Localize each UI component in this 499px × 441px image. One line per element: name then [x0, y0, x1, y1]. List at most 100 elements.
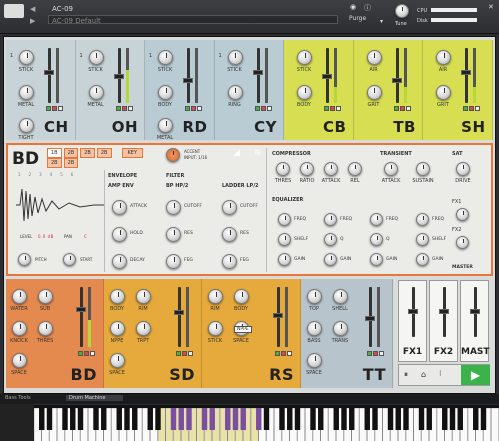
tune-knob[interactable] [395, 4, 409, 18]
comp-1-knob[interactable] [300, 162, 314, 176]
play-button[interactable]: ▶ [461, 365, 490, 385]
fader-cap[interactable] [365, 316, 375, 321]
purge-label[interactable]: Purge [349, 15, 366, 22]
black-key[interactable] [418, 408, 425, 430]
master-label[interactable]: MASTER [452, 265, 473, 270]
preset-field[interactable] [48, 15, 338, 24]
ladder-0-knob[interactable] [222, 200, 237, 215]
black-key[interactable] [310, 408, 316, 430]
level-fader[interactable] [365, 287, 375, 347]
black-key[interactable] [364, 408, 370, 430]
sample-waveform[interactable] [14, 185, 106, 225]
eq-0-knob[interactable] [278, 213, 291, 226]
comp-2-knob[interactable] [324, 162, 338, 176]
black-key[interactable] [387, 408, 394, 430]
shell-knob[interactable] [333, 289, 348, 304]
black-key[interactable] [372, 408, 378, 430]
body-knob[interactable] [234, 289, 249, 304]
mute-solo-buttons[interactable] [393, 106, 411, 111]
rim-knob[interactable] [136, 289, 151, 304]
black-key[interactable] [240, 408, 246, 430]
mute-solo-buttons[interactable] [367, 351, 384, 356]
piano-keyboard[interactable] [34, 405, 499, 441]
grit-knob[interactable] [436, 85, 451, 100]
metal-knob[interactable] [19, 85, 34, 100]
pitch-knob[interactable] [18, 253, 31, 266]
fader-cap[interactable] [470, 309, 480, 314]
eq-3-knob[interactable] [416, 213, 429, 226]
ladder-2-knob[interactable] [222, 254, 237, 269]
space-knob[interactable] [12, 353, 27, 368]
pitch-mod-wheels[interactable] [0, 404, 34, 441]
black-key[interactable] [155, 408, 161, 430]
dots-icon[interactable]: ⁝ [439, 369, 442, 378]
bus-fader[interactable] [408, 287, 418, 337]
black-key[interactable] [426, 408, 432, 430]
white-key[interactable] [491, 408, 499, 441]
close-icon[interactable]: ✕ [488, 3, 494, 11]
info-icon[interactable]: ⓘ [364, 3, 371, 13]
sat-drive-knob[interactable] [456, 162, 470, 176]
stick-knob[interactable] [297, 50, 312, 65]
black-key[interactable] [480, 408, 487, 430]
level-fader[interactable] [391, 48, 402, 103]
bus-fader[interactable] [470, 287, 480, 337]
water-knob[interactable] [12, 289, 27, 304]
black-key[interactable] [62, 408, 68, 430]
fader-cap[interactable] [44, 70, 54, 75]
eq-7-knob[interactable] [416, 233, 429, 246]
stick-knob[interactable] [227, 50, 243, 65]
black-key[interactable] [294, 408, 301, 430]
mute-solo-buttons[interactable] [115, 106, 133, 111]
bass-knob[interactable] [307, 321, 322, 336]
fader-cap[interactable] [322, 74, 332, 79]
stick-knob[interactable] [88, 50, 104, 65]
tight-knob[interactable] [19, 118, 34, 133]
eq-6-knob[interactable] [370, 233, 383, 246]
filter-0-knob[interactable] [166, 200, 181, 215]
mute-solo-buttons[interactable] [463, 106, 480, 111]
black-key[interactable] [170, 408, 177, 430]
fader-cap[interactable] [113, 74, 124, 79]
menu-icon[interactable]: ≡ [254, 148, 262, 158]
black-key[interactable] [349, 408, 355, 430]
black-key[interactable] [403, 408, 409, 430]
eq-11-knob[interactable] [416, 253, 429, 266]
nppe-knob[interactable] [110, 321, 125, 336]
level-fader[interactable] [273, 287, 283, 347]
black-key[interactable] [209, 408, 215, 430]
ring-knob[interactable] [227, 85, 243, 100]
accent-knob[interactable] [166, 148, 180, 162]
trans-1-knob[interactable] [416, 162, 430, 176]
bd-tab-6[interactable]: 2B [63, 158, 79, 168]
trpt-knob[interactable] [136, 321, 151, 336]
ladder-1-knob[interactable] [222, 227, 237, 242]
thres-knob[interactable] [38, 321, 53, 336]
body-knob[interactable] [158, 85, 173, 100]
level-fader[interactable] [461, 48, 471, 103]
black-key[interactable] [39, 408, 45, 430]
level-fader[interactable] [174, 287, 184, 347]
stick-knob[interactable] [208, 321, 223, 336]
fader-cap[interactable] [408, 309, 418, 314]
env-2-knob[interactable] [112, 254, 127, 269]
black-key[interactable] [232, 408, 239, 430]
camera-icon[interactable]: ◉ [350, 3, 356, 11]
bd-tab-1[interactable]: 1B [47, 148, 62, 158]
black-key[interactable] [256, 408, 262, 430]
fx1-send-knob[interactable] [456, 208, 469, 221]
black-key[interactable] [473, 408, 479, 430]
black-key[interactable] [287, 408, 293, 430]
mute-solo-buttons[interactable] [185, 106, 202, 111]
pan-value[interactable]: C [84, 234, 87, 239]
body-knob[interactable] [110, 289, 125, 304]
key-button[interactable]: KEY [121, 148, 143, 158]
level-fader[interactable] [76, 287, 86, 347]
comp-3-knob[interactable] [348, 162, 362, 176]
level-fader[interactable] [252, 48, 263, 103]
level-fader[interactable] [322, 48, 332, 103]
black-key[interactable] [341, 408, 347, 430]
rim-knob[interactable] [208, 289, 223, 304]
eq-1-knob[interactable] [324, 213, 337, 226]
body-knob[interactable] [297, 85, 312, 100]
